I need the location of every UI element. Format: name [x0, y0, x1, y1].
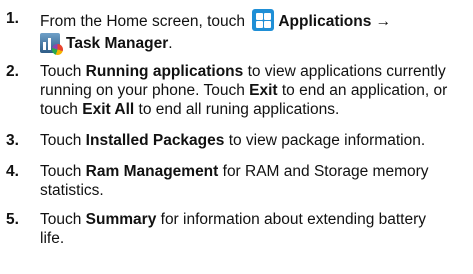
step-text-plain: to end all runing applications. [134, 101, 340, 118]
step-text-plain: Touch [40, 163, 86, 180]
step-text-plain: to view package information. [224, 132, 426, 149]
step-text: Touch Summary for information about exte… [40, 210, 440, 248]
step-number: 4. [6, 163, 19, 180]
step-number: 1. [6, 10, 19, 27]
arrow-glyph: → [375, 13, 392, 30]
step-number: 3. [6, 132, 19, 149]
step-text: From the Home screen, touch Applications… [40, 9, 468, 55]
applications-icon [252, 9, 275, 31]
step-text-bold: Exit [249, 82, 278, 99]
step-1-line-2: Task Manager. [40, 33, 468, 55]
step-text-bold: Exit All [82, 101, 135, 118]
step-1-line-1: From the Home screen, touch Applications… [40, 9, 468, 31]
step-text-bold: Running applications [85, 63, 244, 80]
step-text-bold: Summary [85, 211, 157, 228]
step-text-plain: Touch [40, 132, 86, 149]
step-number: 2. [6, 63, 19, 80]
step-text-plain: Touch [40, 211, 86, 228]
step-text-bold: Ram Management [85, 163, 219, 180]
step-text: Touch Installed Packages to view package… [40, 131, 468, 150]
step-text-plain: . [168, 35, 173, 52]
step-text-bold: Installed Packages [85, 132, 225, 149]
step-number: 5. [6, 211, 19, 228]
step-text-bold: Task Manager [66, 35, 169, 52]
step-text-plain: Touch [40, 63, 86, 80]
step-text-plain: From the Home screen, touch [40, 13, 246, 30]
step-text-bold: Applications [278, 13, 372, 30]
step-text: Touch Running applications to view appli… [40, 62, 460, 119]
task-manager-icon [40, 33, 63, 55]
step-text: Touch Ram Management for RAM and Storage… [40, 162, 440, 200]
